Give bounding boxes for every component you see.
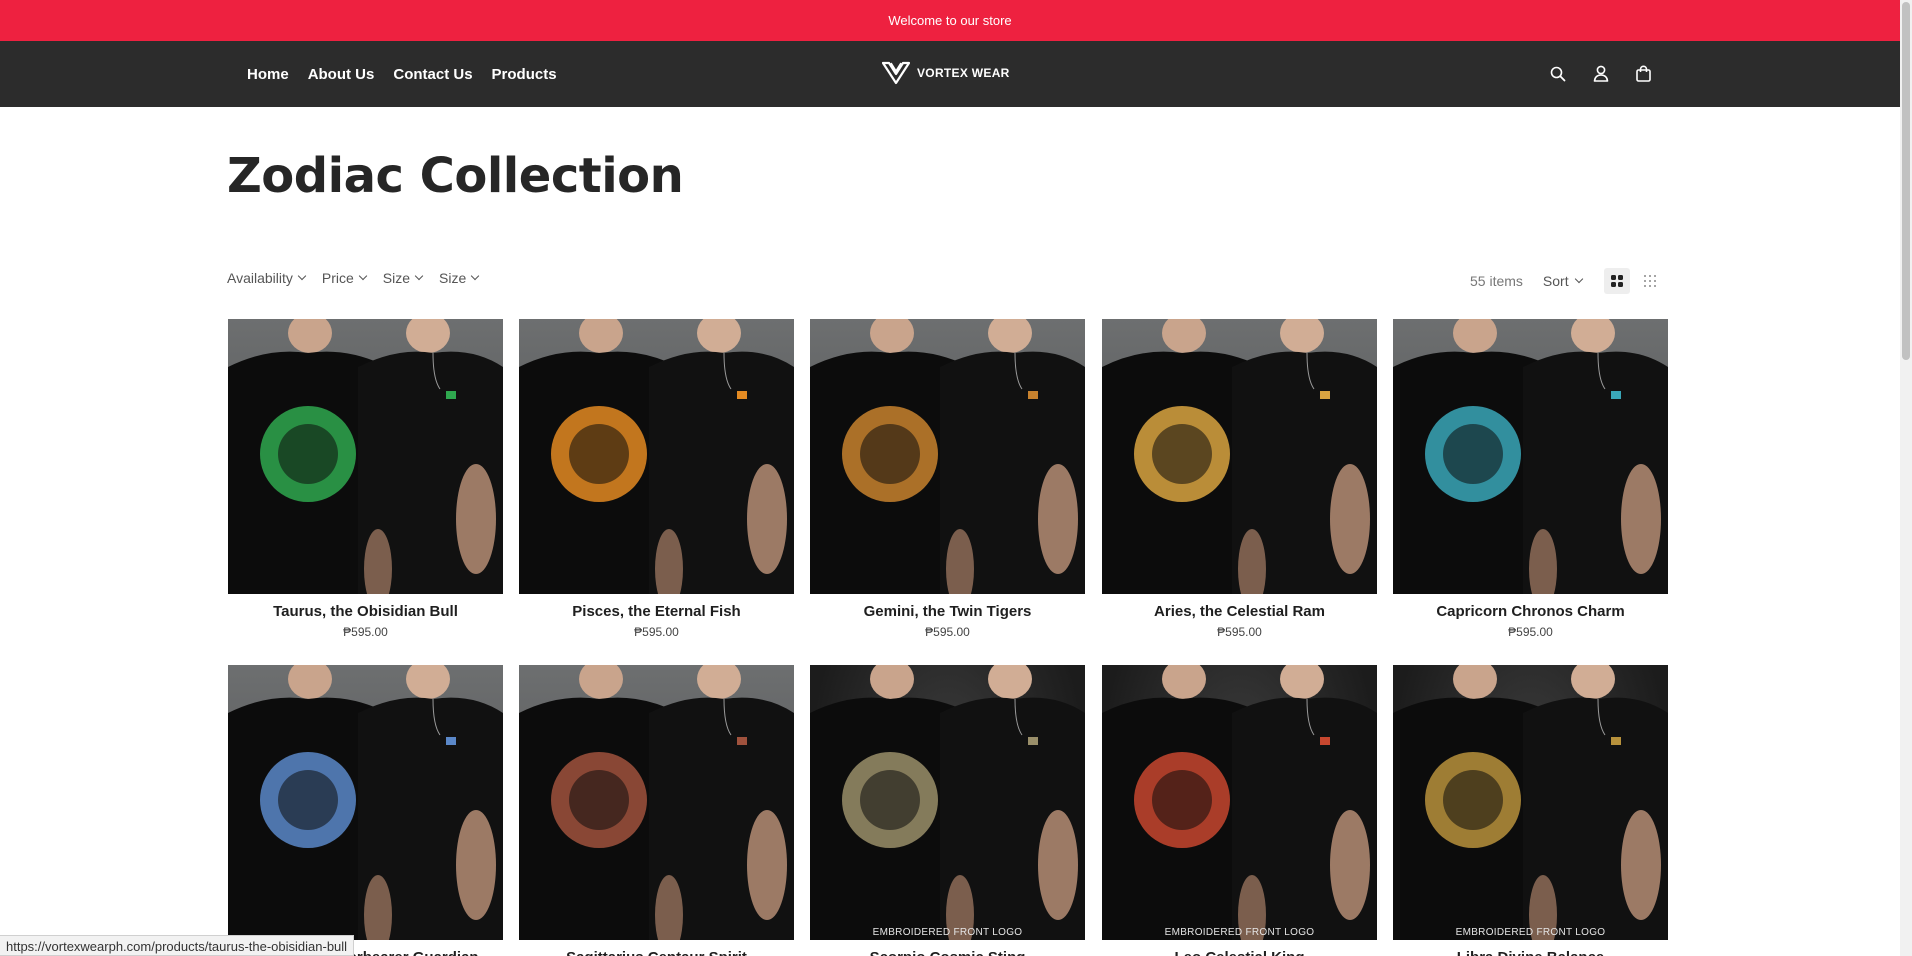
grid-small-icon[interactable] [1637, 268, 1663, 294]
collection-toolbar: 55 items Sort [1470, 268, 1663, 294]
product-card[interactable]: Gemini, the Twin Tigers ₱595.00 [810, 319, 1085, 639]
item-count: 55 items [1470, 273, 1523, 289]
tshirt-graphic-icon [1102, 319, 1377, 594]
product-card[interactable]: EMBROIDERED FRONT LOGO Scorpio Cosmic Sti… [810, 665, 1085, 956]
filter-availability[interactable]: Availability [227, 270, 307, 286]
filter-size[interactable]: Size [382, 270, 424, 286]
product-card[interactable]: EMBROIDERED FRONT LOGO Leo Celestial King [1102, 665, 1377, 956]
site-header: Home About Us Contact Us Products VORTEX… [0, 41, 1900, 107]
announcement-text: Welcome to our store [888, 13, 1012, 28]
filter-price[interactable]: Price [321, 270, 368, 286]
filter-label: Size [382, 270, 411, 286]
page-title: Zodiac Collection [227, 148, 684, 204]
status-bar-url: https://vortexwearph.com/products/taurus… [0, 935, 355, 956]
tshirt-graphic-icon [228, 665, 503, 940]
tshirt-graphic-icon [1393, 665, 1668, 940]
announcement-bar: Welcome to our store [0, 0, 1900, 41]
tshirt-graphic-icon [1393, 319, 1668, 594]
product-price: ₱595.00 [634, 625, 679, 639]
image-overlay-text: EMBROIDERED FRONT LOGO [872, 927, 1023, 938]
product-image[interactable] [810, 319, 1085, 594]
nav-products[interactable]: Products [492, 66, 557, 83]
main-nav: Home About Us Contact Us Products [247, 41, 557, 107]
filter-label: Size [439, 270, 467, 286]
product-price: ₱595.00 [1217, 625, 1262, 639]
product-card[interactable]: Aquarius Waterbearer Guardian [228, 665, 503, 956]
product-name[interactable]: Gemini, the Twin Tigers [810, 603, 1085, 621]
product-card[interactable]: Taurus, the Obisidian Bull ₱595.00 [228, 319, 503, 639]
product-card[interactable]: EMBROIDERED FRONT LOGO Libra Divine Balan… [1393, 665, 1668, 956]
product-card[interactable]: Aries, the Celestial Ram ₱595.00 [1102, 319, 1377, 639]
nav-home[interactable]: Home [247, 66, 289, 83]
filter-label: Availability [227, 270, 293, 286]
filter-bar: Availability Price Size Size [227, 270, 480, 286]
product-image[interactable] [519, 319, 794, 594]
product-price: ₱595.00 [1508, 625, 1553, 639]
product-image[interactable]: EMBROIDERED FRONT LOGO [810, 665, 1085, 940]
product-image[interactable] [228, 665, 503, 940]
filter-label: Price [321, 270, 354, 286]
tshirt-graphic-icon [810, 665, 1085, 940]
product-image[interactable] [1393, 319, 1668, 594]
product-image[interactable] [519, 665, 794, 940]
chevron-down-icon [414, 271, 424, 281]
header-actions [1547, 63, 1654, 84]
account-icon[interactable] [1590, 63, 1611, 84]
chevron-down-icon [358, 271, 368, 281]
product-name[interactable]: Capricorn Chronos Charm [1393, 603, 1668, 621]
site-logo[interactable]: VORTEX WEAR [882, 61, 1010, 85]
product-card[interactable]: Capricorn Chronos Charm ₱595.00 [1393, 319, 1668, 639]
logo-text: VORTEX WEAR [917, 66, 1010, 80]
product-card[interactable]: Sagittarius Centaur Spirit [519, 665, 794, 956]
product-image[interactable]: EMBROIDERED FRONT LOGO [1102, 665, 1377, 940]
tshirt-graphic-icon [228, 319, 503, 594]
page-scrollbar[interactable] [1900, 0, 1912, 956]
product-price: ₱595.00 [925, 625, 970, 639]
product-price: ₱595.00 [343, 625, 388, 639]
product-image[interactable] [228, 319, 503, 594]
chevron-down-icon [471, 271, 480, 281]
chevron-down-icon [297, 271, 307, 281]
chevron-down-icon [1574, 274, 1583, 284]
tshirt-graphic-icon [519, 319, 794, 594]
cart-icon[interactable] [1633, 63, 1654, 84]
image-overlay-text: EMBROIDERED FRONT LOGO [1455, 927, 1606, 938]
scrollbar-thumb[interactable] [1902, 2, 1910, 360]
product-name[interactable]: Sagittarius Centaur Spirit [519, 949, 794, 956]
product-name[interactable]: Leo Celestial King [1102, 949, 1377, 956]
tshirt-graphic-icon [519, 665, 794, 940]
filter-size-2[interactable]: Size [439, 270, 480, 286]
product-image[interactable] [1102, 319, 1377, 594]
product-name[interactable]: Taurus, the Obisidian Bull [228, 603, 503, 621]
tshirt-graphic-icon [810, 319, 1085, 594]
sort-label: Sort [1542, 273, 1569, 289]
product-image[interactable]: EMBROIDERED FRONT LOGO [1393, 665, 1668, 940]
search-icon[interactable] [1547, 63, 1568, 84]
product-name[interactable]: Aries, the Celestial Ram [1102, 603, 1377, 621]
tshirt-graphic-icon [1102, 665, 1377, 940]
product-name[interactable]: Scorpio Cosmic Sting [810, 949, 1085, 956]
product-name[interactable]: Pisces, the Eternal Fish [519, 603, 794, 621]
nav-about-us[interactable]: About Us [308, 66, 375, 83]
product-card[interactable]: Pisces, the Eternal Fish ₱595.00 [519, 319, 794, 639]
product-name[interactable]: Libra Divine Balance [1393, 949, 1668, 956]
logo-mark-icon [882, 61, 910, 85]
grid-large-icon[interactable] [1603, 268, 1630, 294]
sort-dropdown[interactable]: Sort [1542, 273, 1583, 289]
image-overlay-text: EMBROIDERED FRONT LOGO [1164, 927, 1315, 938]
nav-contact-us[interactable]: Contact Us [393, 66, 472, 83]
